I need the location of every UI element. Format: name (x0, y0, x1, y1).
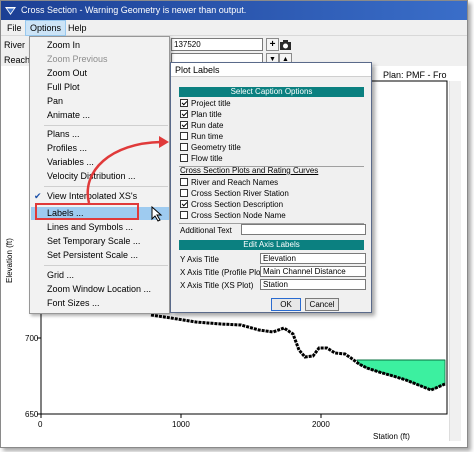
checkbox-xs-description[interactable]: Cross Section Description (180, 200, 283, 210)
checkbox-label: Run time (191, 132, 224, 141)
checkbox-project-title[interactable]: Project title (180, 99, 231, 109)
checkbox-run-date[interactable]: Run date (180, 121, 223, 131)
menu-item-zoom-window-location[interactable]: Zoom Window Location ... (31, 283, 169, 296)
x-axis-xs-label: X Axis Title (XS Plot) (180, 281, 254, 290)
checkbox-river-reach-names[interactable]: River and Reach Names (180, 178, 278, 188)
plan-title: Plan: PMF - Fro (383, 70, 447, 80)
checkbox-label: Plan title (191, 110, 222, 119)
y-axis-title-input[interactable]: Elevation (260, 253, 366, 264)
window-title: Cross Section - Warning Geometry is newe… (21, 5, 247, 15)
plot-labels-dialog: Plot Labels Select Caption Options Proje… (170, 62, 372, 313)
xs-plots-subheader: Cross Section Plots and Rating Curves (180, 166, 319, 175)
checkmark-icon: ✔ (34, 191, 42, 201)
checkbox-label: River and Reach Names (191, 178, 279, 187)
menu-item-set-temporary-scale[interactable]: Set Temporary Scale ... (31, 235, 169, 248)
y-tick-label-700: 700 (25, 334, 39, 343)
x-axis-profile-input[interactable]: Main Channel Distance (260, 266, 366, 277)
menu-item-animate[interactable]: Animate ... (31, 109, 169, 122)
caption-options-header: Select Caption Options (179, 87, 364, 97)
menu-item-set-persistent-scale[interactable]: Set Persistent Scale ... (31, 249, 169, 262)
x-tick-label-1000: 1000 (172, 420, 190, 429)
menu-item-lines-and-symbols[interactable]: Lines and Symbols ... (31, 221, 169, 234)
menu-item-full-plot[interactable]: Full Plot (31, 81, 169, 94)
app-icon (5, 7, 16, 15)
checkbox-label: Project title (191, 99, 231, 108)
y-axis-title-label: Y Axis Title (180, 255, 219, 264)
menu-options[interactable]: Options (25, 20, 67, 36)
callout-arrow-icon (86, 136, 169, 204)
y-axis-label: Elevation (ft) (5, 238, 14, 283)
menu-item-grid[interactable]: Grid ... (31, 269, 169, 282)
checkbox-label: Cross Section Description (191, 200, 284, 209)
menu-item-font-sizes[interactable]: Font Sizes ... (31, 297, 169, 310)
add-button[interactable]: + (266, 38, 279, 51)
reach-label: Reach (4, 55, 31, 65)
x-tick-label-2000: 2000 (312, 420, 330, 429)
mouse-cursor-icon (151, 206, 163, 222)
menu-item-zoom-previous: Zoom Previous (47, 54, 108, 64)
checkbox-label: Run date (191, 121, 224, 130)
cancel-button[interactable]: Cancel (305, 298, 339, 311)
menu-separator (44, 265, 168, 266)
additional-text-label: Additional Text (180, 226, 232, 235)
checkbox-label: Geometry title (191, 143, 241, 152)
checkbox-plan-title[interactable]: Plan title (180, 110, 222, 120)
x-tick-label-0: 0 (38, 420, 43, 429)
menu-separator (44, 125, 168, 126)
menu-item-zoom-in[interactable]: Zoom In (31, 39, 169, 52)
dialog-title: Plot Labels (171, 63, 371, 77)
x-axis-label: Station (ft) (373, 432, 410, 441)
checkbox-label: Cross Section River Station (191, 189, 289, 198)
x-axis-xs-input[interactable]: Station (260, 279, 366, 290)
checkbox-xs-node-name[interactable]: Cross Section Node Name (180, 211, 286, 221)
ok-button[interactable]: OK (271, 298, 301, 311)
axis-labels-header: Edit Axis Labels (179, 240, 364, 250)
checkbox-label: Cross Section Node Name (191, 211, 286, 220)
checkbox-run-time[interactable]: Run time (180, 132, 223, 142)
additional-text-input[interactable] (241, 224, 366, 235)
y-tick-label-650: 650 (25, 410, 39, 419)
checkbox-xs-river-station[interactable]: Cross Section River Station (180, 189, 289, 199)
checkbox-geometry-title[interactable]: Geometry title (180, 143, 241, 153)
menu-bar: File Options Help (1, 20, 467, 36)
title-bar: Cross Section - Warning Geometry is newe… (1, 1, 467, 20)
river-station-field[interactable]: 137520 (171, 38, 263, 51)
vertical-scrollbar[interactable] (449, 81, 461, 441)
camera-icon[interactable] (279, 39, 292, 51)
river-label: River (4, 40, 26, 50)
menu-file[interactable]: File (3, 20, 26, 36)
menu-item-zoom-out[interactable]: Zoom Out (31, 67, 169, 80)
menu-help[interactable]: Help (64, 20, 91, 36)
checkbox-flow-title[interactable]: Flow title (180, 154, 223, 164)
menu-item-pan[interactable]: Pan (31, 95, 169, 108)
checkbox-label: Flow title (191, 154, 223, 163)
x-axis-profile-label: X Axis Title (Profile Plot) (180, 268, 266, 277)
cross-section-window: Cross Section - Warning Geometry is newe… (0, 0, 468, 448)
